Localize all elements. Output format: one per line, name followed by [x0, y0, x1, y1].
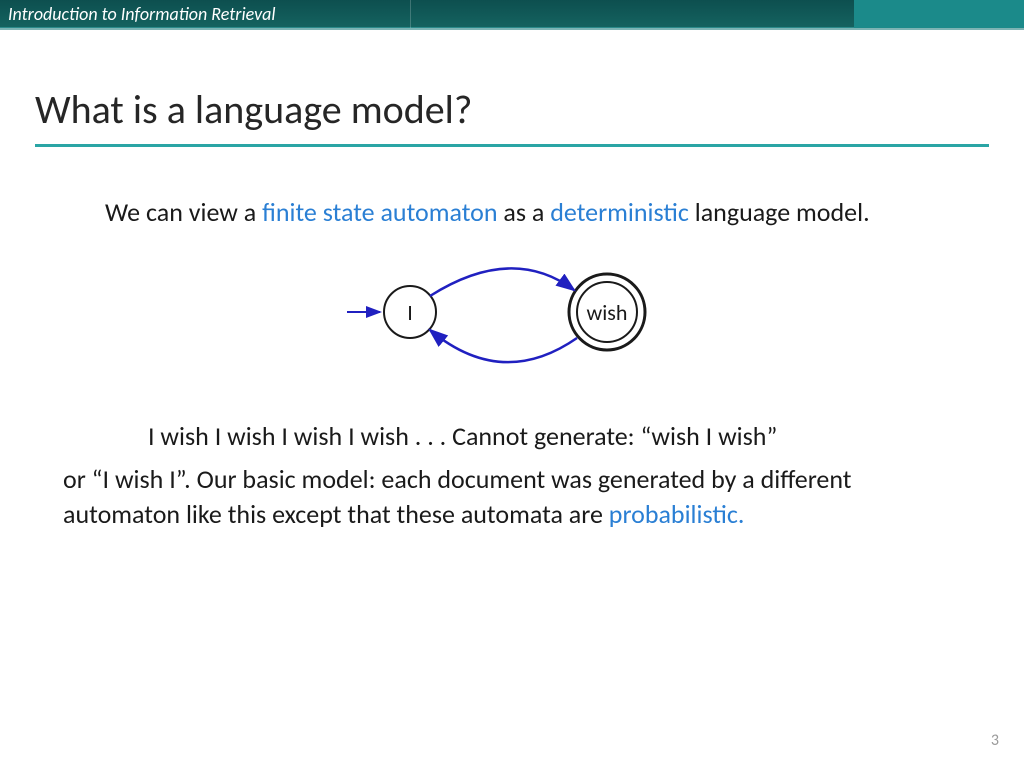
automaton-svg: I wish — [302, 250, 722, 380]
course-title: Introduction to Information Retrieval — [8, 3, 276, 25]
slide-title: What is a language model? — [35, 85, 989, 147]
state-2-label: wish — [587, 299, 628, 326]
p1-highlight-2: deterministic — [550, 196, 689, 228]
header-bar: Introduction to Information Retrieval — [0, 0, 1024, 28]
p1-text-a: We can view a — [105, 196, 262, 228]
slide-content: What is a language model? We can view a … — [0, 30, 1024, 532]
state-1-label: I — [407, 299, 413, 326]
p1-text-c: language model. — [689, 196, 870, 228]
paragraph-1: We can view a finite state automaton as … — [63, 195, 961, 230]
paragraph-2: I wish I wish I wish I wish . . . Cannot… — [63, 419, 961, 454]
paragraph-3: or “I wish I”. Our basic model: each doc… — [63, 462, 961, 532]
p3-highlight: probabilistic. — [609, 498, 745, 530]
p1-highlight-1: finite state automaton — [262, 196, 497, 228]
header-accent — [854, 0, 1024, 28]
page-number: 3 — [991, 731, 999, 750]
header-divider — [410, 0, 411, 28]
body-text: We can view a finite state automaton as … — [35, 195, 989, 532]
p1-text-b: as a — [498, 196, 551, 228]
automaton-diagram: I wish — [63, 250, 961, 389]
